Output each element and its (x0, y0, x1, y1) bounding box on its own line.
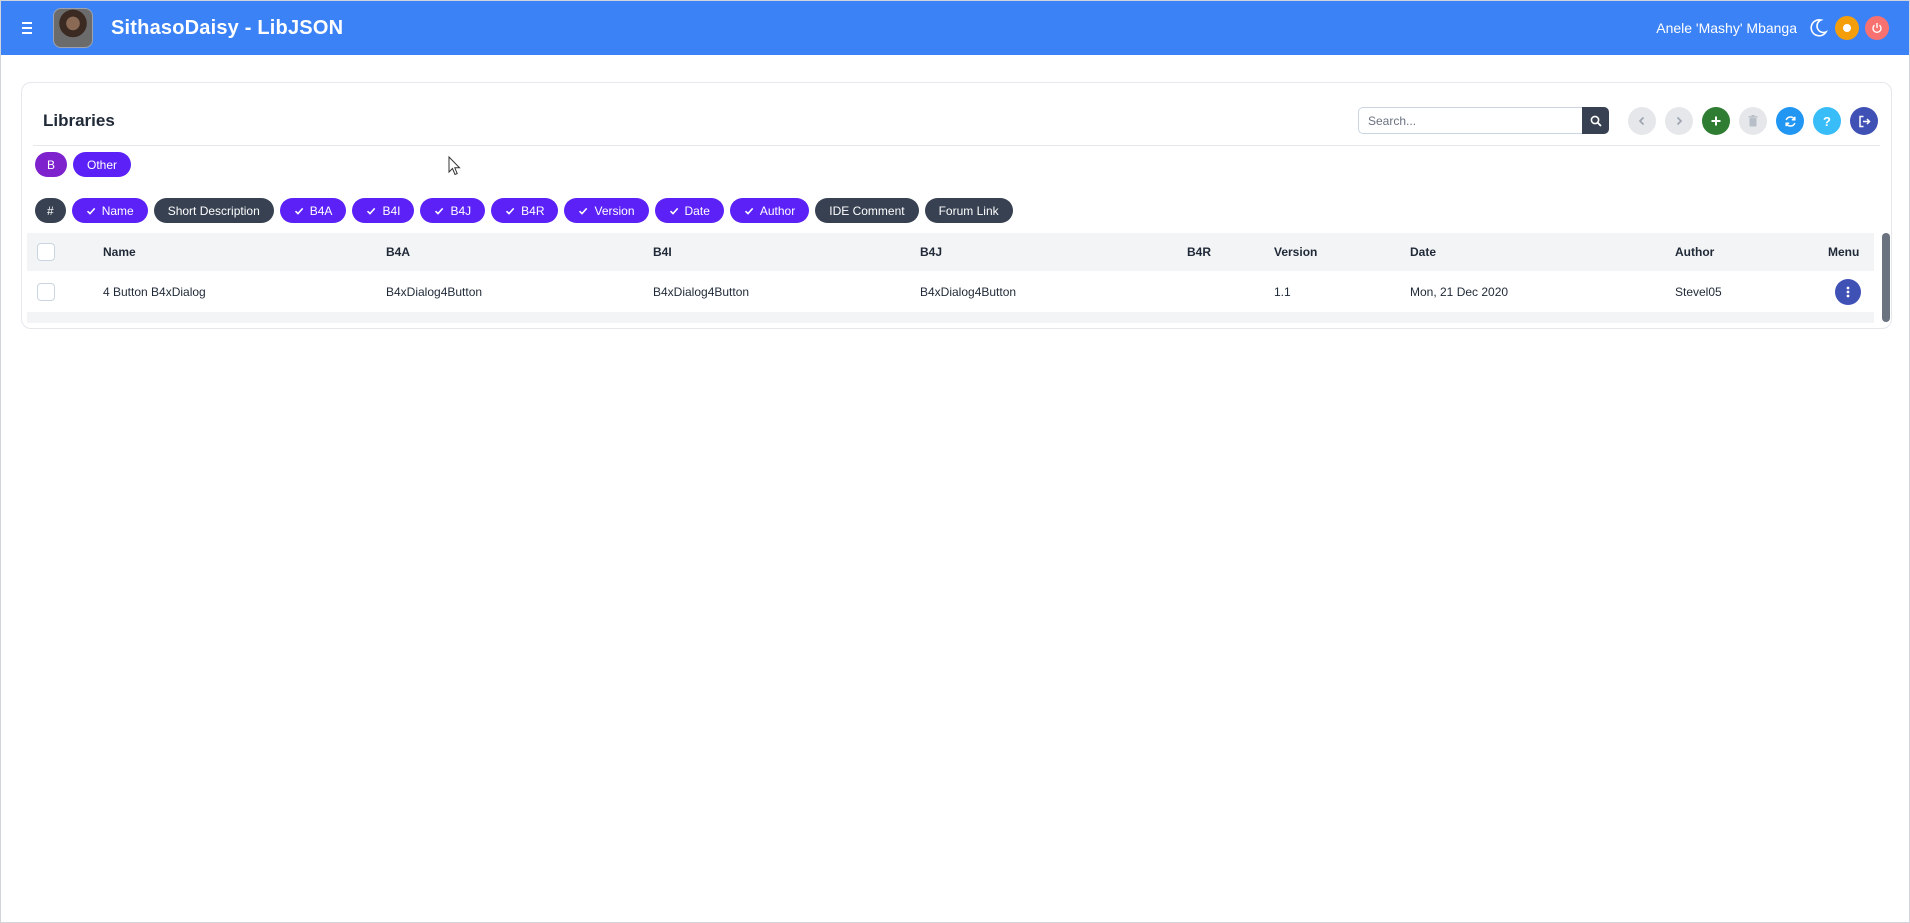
column-header-menu: Menu (1828, 245, 1860, 259)
column-header-b4r[interactable]: B4R (1187, 233, 1211, 271)
column-toggle-number[interactable]: # (35, 198, 66, 223)
cell-b4a: B4xDialog4Button (386, 284, 483, 299)
filter-chips: B Other (35, 152, 132, 177)
refresh-button[interactable] (1776, 107, 1804, 135)
page-title: Libraries (43, 111, 115, 130)
vertical-scrollbar[interactable] (1882, 233, 1890, 322)
column-toggle-label: Forum Link (938, 203, 999, 218)
column-toggle-b4a[interactable]: B4A (279, 198, 347, 223)
column-header-name[interactable]: Name (103, 233, 136, 271)
search-input[interactable] (1358, 107, 1582, 134)
column-toggle-label: B4A (309, 203, 333, 218)
power-icon[interactable] (1865, 16, 1889, 40)
top-app-bar: SithasoDaisy - LibJSON Anele 'Mashy' Mba… (1, 1, 1909, 55)
column-toggle-label: Name (101, 203, 134, 218)
column-toggle-b4r[interactable]: B4R (491, 198, 559, 223)
cell-b4i: B4xDialog4Button (653, 284, 750, 299)
topbar-right: Anele 'Mashy' Mbanga (1656, 1, 1889, 55)
column-header-b4j[interactable]: B4J (920, 233, 942, 271)
column-header-b4a[interactable]: B4A (386, 233, 410, 271)
toolbar: ? (1628, 107, 1878, 135)
hamburger-icon[interactable] (19, 18, 39, 38)
check-icon (367, 207, 376, 215)
search-icon (1590, 115, 1602, 127)
cell-date: Mon, 21 Dec 2020 (1410, 284, 1509, 299)
row-menu-button[interactable] (1835, 271, 1861, 312)
filter-chip-label: Other (87, 157, 118, 172)
app-avatar (53, 8, 93, 48)
column-toggle-label: B4J (450, 203, 472, 218)
scrollbar-thumb[interactable] (1882, 233, 1890, 322)
chevron-left-icon (1638, 116, 1645, 126)
logout-icon (1858, 115, 1871, 127)
column-header-date[interactable]: Date (1410, 233, 1436, 271)
prev-button[interactable] (1628, 107, 1656, 135)
column-toggle-b4i[interactable]: B4I (352, 198, 415, 223)
filter-chip-b[interactable]: B (35, 152, 68, 177)
check-icon (435, 207, 444, 215)
user-name: Anele 'Mashy' Mbanga (1656, 20, 1797, 36)
moon-icon[interactable] (1807, 17, 1829, 39)
column-toggle-date[interactable]: Date (654, 198, 724, 223)
search-button[interactable] (1582, 107, 1609, 134)
libraries-table: Name B4A B4I B4J B4R Version Date Author… (27, 233, 1890, 326)
kebab-menu-icon[interactable] (1835, 278, 1861, 305)
column-toggle-ide-comment[interactable]: IDE Comment (815, 198, 919, 223)
column-toggles: # Name Short Description B4A B4I B4J B4R… (35, 198, 1013, 223)
column-header-version[interactable]: Version (1274, 233, 1317, 271)
search-group (1358, 107, 1609, 134)
question-icon: ? (1823, 113, 1831, 129)
card-divider (33, 145, 1880, 146)
trash-icon (1748, 115, 1758, 127)
table-row[interactable]: 4 Button B4xDialog B4xDialog4Button B4xD… (27, 271, 1874, 312)
column-toggle-version[interactable]: Version (564, 198, 649, 223)
theme-icon[interactable] (1835, 16, 1859, 40)
column-toggle-label: IDE Comment (829, 203, 905, 218)
column-header-b4i[interactable]: B4I (653, 233, 672, 271)
column-toggle-label: B4I (382, 203, 401, 218)
plus-icon (1711, 116, 1721, 126)
column-toggle-label: Version (594, 203, 635, 218)
table-header-row: Name B4A B4I B4J B4R Version Date Author… (27, 233, 1874, 271)
column-toggle-author[interactable]: Author (729, 198, 810, 223)
cell-author: Stevel05 (1675, 284, 1722, 299)
libraries-card: Libraries ? B (21, 82, 1892, 329)
mouse-cursor-icon (448, 156, 461, 176)
row-checkbox[interactable] (37, 271, 55, 312)
column-header-author[interactable]: Author (1675, 233, 1714, 271)
check-icon (579, 207, 588, 215)
check-icon (86, 207, 95, 215)
column-toggle-forum-link[interactable]: Forum Link (924, 198, 1013, 223)
select-all-checkbox[interactable] (37, 233, 55, 271)
filter-chip-label: B (47, 157, 56, 172)
column-toggle-b4j[interactable]: B4J (420, 198, 486, 223)
column-toggle-label: B4R (521, 203, 545, 218)
check-icon (669, 207, 678, 215)
column-toggle-label: # (47, 203, 54, 218)
refresh-icon (1784, 115, 1796, 127)
column-toggle-short-description[interactable]: Short Description (153, 198, 274, 223)
column-toggle-label: Author (759, 203, 796, 218)
cell-name: 4 Button B4xDialog (103, 284, 206, 299)
cell-version: 1.1 (1274, 284, 1291, 299)
chevron-right-icon (1676, 116, 1683, 126)
column-toggle-label: Date (684, 203, 710, 218)
add-button[interactable] (1702, 107, 1730, 135)
check-icon (294, 207, 304, 215)
delete-button[interactable] (1739, 107, 1767, 135)
filter-chip-other[interactable]: Other (73, 152, 132, 177)
check-icon (744, 207, 754, 215)
horizontal-scrollbar[interactable] (27, 312, 1874, 323)
column-toggle-name[interactable]: Name (71, 198, 148, 223)
logout-button[interactable] (1850, 107, 1878, 135)
next-button[interactable] (1665, 107, 1693, 135)
help-button[interactable]: ? (1813, 107, 1841, 135)
app-title: SithasoDaisy - LibJSON (111, 16, 344, 39)
column-toggle-label: Short Description (167, 203, 260, 218)
cell-b4j: B4xDialog4Button (920, 284, 1017, 299)
check-icon (506, 207, 515, 215)
